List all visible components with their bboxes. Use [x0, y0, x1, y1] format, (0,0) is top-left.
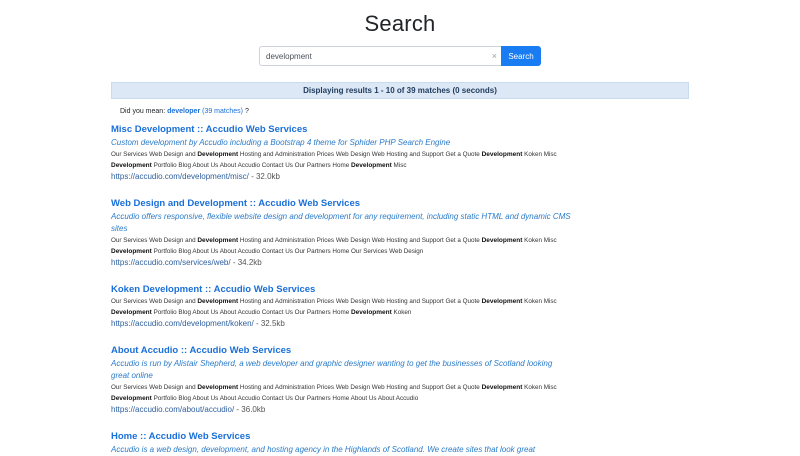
search-result: Misc Development :: Accudio Web Services… — [111, 123, 571, 183]
results-info-banner: Displaying results 1 - 10 of 39 matches … — [111, 82, 689, 99]
highlighted-term: Development — [350, 162, 392, 169]
snippet-text: Portfolio Blog About Us About Accudio Co… — [151, 309, 351, 316]
result-title-link[interactable]: Misc Development :: Accudio Web Services — [111, 123, 571, 136]
results-list: Misc Development :: Accudio Web Services… — [111, 123, 571, 456]
snippet-text: Koken Misc — [522, 384, 557, 391]
result-url-link[interactable]: https://accudio.com/services/web/ — [111, 258, 231, 267]
result-size: - 32.5kb — [253, 319, 285, 328]
did-you-mean-suffix: ? — [244, 108, 249, 115]
result-title-segment: About Accudio :: Accudio Web Services — [111, 345, 292, 356]
highlighted-term: Development — [111, 309, 152, 316]
search-bar: × Search — [259, 46, 541, 66]
result-description: Custom development by Accudio including … — [111, 138, 451, 147]
search-result: About Accudio :: Accudio Web ServicesAcc… — [111, 344, 571, 416]
result-title-link[interactable]: Koken Development :: Accudio Web Service… — [111, 283, 571, 296]
snippet-text: Hosting and Administration Prices Web De… — [238, 237, 482, 244]
highlighted-term: Development — [197, 237, 239, 244]
result-title-segment: :: Accudio Web Services — [247, 198, 361, 209]
snippet-text: Hosting and Administration Prices Web De… — [238, 151, 482, 158]
result-size: - 34.2kb — [230, 258, 262, 267]
snippet-text: Koken — [391, 309, 412, 316]
highlighted-term: Development — [481, 298, 523, 305]
search-input[interactable] — [260, 47, 501, 65]
result-description: Accudio offers responsive, flexible webs… — [111, 212, 571, 233]
snippet-text: Misc — [391, 162, 407, 169]
result-title-segment: Home :: Accudio Web Services — [111, 431, 251, 442]
highlighted-term: Development — [481, 151, 523, 158]
result-title-segment: :: Accudio Web Services — [194, 124, 308, 135]
search-result: Home :: Accudio Web ServicesAccudio is a… — [111, 430, 571, 456]
highlighted-term: Development — [197, 151, 239, 158]
highlighted-term: Development — [111, 248, 152, 255]
highlighted-term: Development — [197, 298, 239, 305]
snippet-text: Portfolio Blog About Us About Accudio Co… — [151, 395, 419, 402]
result-title-segment: Development — [134, 124, 195, 135]
result-url-link[interactable]: https://accudio.com/about/accudio/ — [111, 405, 234, 414]
highlighted-term: Development — [111, 395, 152, 402]
result-size: - 36.0kb — [234, 405, 266, 414]
search-button[interactable]: Search — [501, 46, 541, 66]
snippet-text: Our Services Web Design and — [111, 384, 198, 391]
snippet-text: Hosting and Administration Prices Web De… — [238, 384, 482, 391]
result-url-line: https://accudio.com/services/web/ - 34.2… — [111, 257, 571, 269]
snippet-text: Koken Misc — [522, 237, 557, 244]
suggestion-link[interactable]: developer — [167, 108, 200, 115]
result-snippet: Our Services Web Design and Development … — [111, 296, 571, 318]
snippet-text: Portfolio Blog About Us About Accudio Co… — [151, 162, 351, 169]
did-you-mean: Did you mean: developer (39 matches) ? — [120, 108, 249, 115]
result-title-segment: Web Design and — [111, 198, 188, 209]
snippet-text: Koken Misc — [522, 298, 557, 305]
highlighted-term: Development — [197, 384, 239, 391]
highlighted-term: Development — [481, 237, 523, 244]
result-title-link[interactable]: Web Design and Development :: Accudio We… — [111, 197, 571, 210]
search-input-wrapper: × — [259, 46, 501, 66]
snippet-text: Koken Misc — [522, 151, 557, 158]
suggestion-count: (39 matches) — [202, 108, 243, 115]
result-snippet: Our Services Web Design and Development … — [111, 382, 571, 404]
snippet-text: Portfolio Blog About Us About Accudio Co… — [151, 248, 424, 255]
result-title-link[interactable]: About Accudio :: Accudio Web Services — [111, 344, 571, 357]
result-title-link[interactable]: Home :: Accudio Web Services — [111, 430, 571, 443]
result-snippet: Our Services Web Design and Development … — [111, 235, 571, 257]
did-you-mean-prefix: Did you mean: — [120, 108, 166, 115]
result-title-segment: Development — [142, 284, 203, 295]
snippet-text: Hosting and Administration Prices Web De… — [238, 298, 482, 305]
result-title-segment: Koken — [111, 284, 143, 295]
clear-icon[interactable]: × — [492, 51, 497, 61]
search-result: Web Design and Development :: Accudio We… — [111, 197, 571, 269]
result-url-line: https://accudio.com/about/accudio/ - 36.… — [111, 404, 571, 416]
snippet-text: Our Services Web Design and — [111, 298, 198, 305]
search-result: Koken Development :: Accudio Web Service… — [111, 283, 571, 330]
result-url-line: https://accudio.com/development/koken/ -… — [111, 318, 571, 330]
highlighted-term: Development — [481, 384, 523, 391]
result-url-line: https://accudio.com/development/misc/ - … — [111, 171, 571, 183]
result-title-segment: Development — [187, 198, 248, 209]
result-url-link[interactable]: https://accudio.com/development/koken/ — [111, 319, 254, 328]
snippet-text: Our Services Web Design and — [111, 237, 198, 244]
result-snippet: Our Services Web Design and Development … — [111, 149, 571, 171]
result-title-segment: :: Accudio Web Services — [202, 284, 316, 295]
highlighted-term: Development — [111, 162, 152, 169]
result-url-link[interactable]: https://accudio.com/development/misc/ — [111, 172, 249, 181]
result-size: - 32.0kb — [248, 172, 280, 181]
result-title-segment: Misc — [111, 124, 135, 135]
result-description: Accudio is run by Alistair Shepherd, a w… — [111, 359, 553, 380]
snippet-text: Our Services Web Design and — [111, 151, 198, 158]
highlighted-term: Development — [350, 309, 392, 316]
result-description: Accudio is a web design, development, an… — [111, 445, 536, 454]
page-title: Search — [364, 11, 436, 36]
